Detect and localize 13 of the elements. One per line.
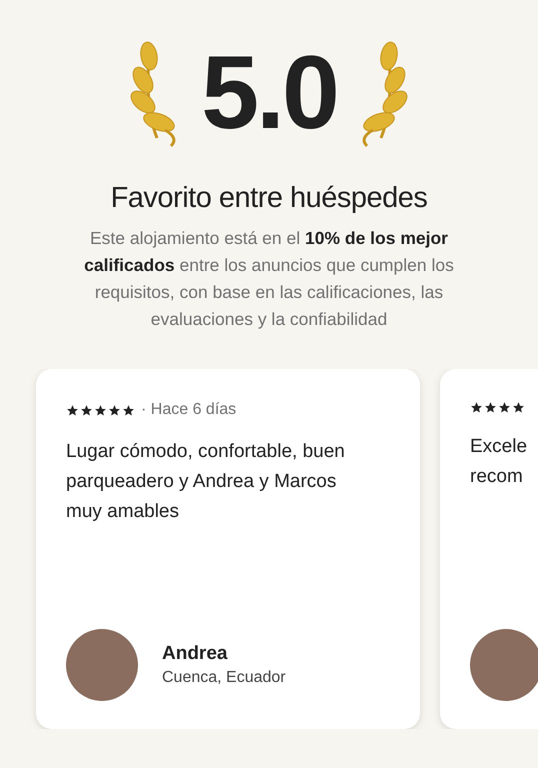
review-text: muy amables: [66, 500, 180, 524]
review-text: parqueadero y Andrea y Marcos: [66, 470, 338, 494]
title: Favorito entre huéspedes: [110, 182, 428, 215]
description: Este alojamiento está en el 10% de los mejor calificados entre los anuncios que cumplen los requisitos, con base en las calificaciones, las evaluaciones y la confiabilidad: [83, 227, 455, 331]
reviewer-location: Cuenca, Ecuador: [162, 669, 286, 687]
review-text: Lugar cómodo, confortable, buen: [66, 440, 346, 464]
review-text: Excele: [470, 435, 528, 459]
review-card[interactable]: Excele recom: [440, 369, 538, 729]
review-text: recom: [470, 465, 524, 489]
reviewer-name: Andrea: [162, 643, 228, 665]
review-card[interactable]: · Hace 6 días Lugar cómodo, confortable, buen parqueadero y Andrea y Marcos muy amables Andrea Cuenca, Ecuador: [36, 369, 420, 729]
review-date: · Hace 6 días: [141, 401, 236, 419]
rating-value: 5.0: [201, 41, 337, 145]
